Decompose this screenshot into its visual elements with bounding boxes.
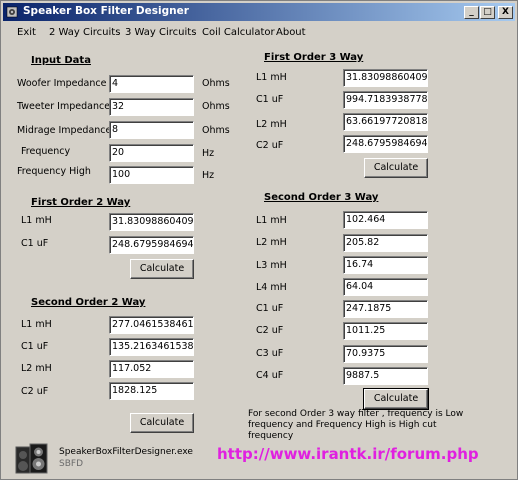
app-window: Speaker Box Filter Designer _ □ X Exit 2… — [0, 0, 518, 480]
fo3-calculate-button[interactable]: Calculate — [364, 158, 428, 178]
woofer-impedance-input[interactable]: 4 — [109, 75, 194, 93]
fo3-c1-label: C1 uF — [256, 94, 284, 105]
so3-note: For second Order 3 way filter , frequenc… — [248, 409, 464, 441]
minimize-button[interactable]: _ — [464, 6, 479, 19]
tweeter-impedance-unit: Ohms — [202, 101, 230, 112]
fo3-l1-output[interactable]: 31.8309886040907 — [343, 69, 428, 87]
so3-calculate-button[interactable]: Calculate — [363, 388, 429, 410]
so2-l2-output[interactable]: 117.052 — [109, 360, 194, 378]
menu-bar: Exit 2 Way Circuits 3 Way Circuits Coil … — [3, 23, 515, 42]
so3-c1-label: C1 uF — [256, 303, 284, 314]
fo2-calculate-button[interactable]: Calculate — [130, 259, 194, 279]
fo3-c1-output[interactable]: 994.718393877834 — [343, 91, 428, 109]
tweeter-impedance-label: Tweeter Impedance — [17, 101, 111, 112]
menu-3-way-circuits[interactable]: 3 Way Circuits — [125, 27, 196, 38]
so2-calculate-button[interactable]: Calculate — [130, 413, 194, 433]
so3-c3-label: C3 uF — [256, 348, 284, 359]
so3-l1-label: L1 mH — [256, 215, 287, 226]
midrange-impedance-input[interactable]: 8 — [109, 121, 194, 139]
so3-c2-output[interactable]: 1011.25 — [343, 322, 428, 340]
fo2-l1-output[interactable]: 31.8309886040907 — [109, 213, 194, 231]
frequency-unit: Hz — [202, 148, 215, 159]
frequency-high-unit: Hz — [202, 170, 215, 181]
fo2-c1-label: C1 uF — [21, 238, 49, 249]
so3-l1-output[interactable]: 102.464 — [343, 211, 428, 229]
title-bar[interactable]: Speaker Box Filter Designer _ □ X — [3, 3, 515, 21]
menu-2-way-circuits[interactable]: 2 Way Circuits — [49, 27, 120, 38]
so2-l1-label: L1 mH — [21, 319, 52, 330]
maximize-button[interactable]: □ — [480, 6, 495, 19]
so2-c2-output[interactable]: 1828.125 — [109, 382, 194, 400]
midrange-impedance-unit: Ohms — [202, 125, 230, 136]
first-order-3way-heading: First Order 3 Way — [264, 52, 364, 63]
fo3-l2-output[interactable]: 63.6619772081814 — [343, 113, 428, 131]
so2-c2-label: C2 uF — [21, 386, 49, 397]
second-order-3way-heading: Second Order 3 Way — [264, 192, 379, 203]
so3-l3-output[interactable]: 16.74 — [343, 256, 428, 274]
woofer-impedance-label: Woofer Impedance — [17, 78, 107, 89]
so3-l4-output[interactable]: 64.04 — [343, 278, 428, 296]
close-button[interactable]: X — [498, 6, 513, 19]
fo2-l1-label: L1 mH — [21, 215, 52, 226]
so3-c1-output[interactable]: 247.1875 — [343, 300, 428, 318]
so2-c1-label: C1 uF — [21, 341, 49, 352]
fo3-c2-output[interactable]: 248.679598469458 — [343, 135, 428, 153]
app-icon — [6, 6, 18, 18]
frequency-input[interactable]: 20 — [109, 144, 194, 162]
speaker-icon — [15, 443, 48, 474]
frequency-high-label: Frequency High — [17, 166, 91, 177]
window-title: Speaker Box Filter Designer — [23, 5, 189, 17]
file-short-name: SBFD — [59, 459, 83, 469]
frequency-label: Frequency — [21, 146, 71, 157]
so3-c4-output[interactable]: 9887.5 — [343, 367, 428, 385]
fo3-l1-label: L1 mH — [256, 72, 287, 83]
frequency-high-input[interactable]: 100 — [109, 166, 194, 184]
fo3-c2-label: C2 uF — [256, 140, 284, 151]
menu-coil-calculator[interactable]: Coil Calculator — [202, 27, 275, 38]
woofer-impedance-unit: Ohms — [202, 78, 230, 89]
fo2-c1-output[interactable]: 248.679598469458 — [109, 236, 194, 254]
forum-url-link[interactable]: http://www.irantk.ir/forum.php — [217, 445, 479, 463]
so2-l1-output[interactable]: 277.046153846154 — [109, 316, 194, 334]
so3-l4-label: L4 mH — [256, 282, 287, 293]
so3-c4-label: C4 uF — [256, 370, 284, 381]
so2-c1-output[interactable]: 135.216346153846 — [109, 338, 194, 356]
so3-l3-label: L3 mH — [256, 260, 287, 271]
so3-c3-output[interactable]: 70.9375 — [343, 345, 428, 363]
so3-c2-label: C2 uF — [256, 325, 284, 336]
tweeter-impedance-input[interactable]: 32 — [109, 98, 194, 116]
input-data-heading: Input Data — [31, 55, 91, 66]
menu-about[interactable]: About — [276, 27, 306, 38]
file-name: SpeakerBoxFilterDesigner.exe — [59, 447, 193, 457]
fo3-l2-label: L2 mH — [256, 119, 287, 130]
so3-l2-output[interactable]: 205.82 — [343, 234, 428, 252]
so3-l2-label: L2 mH — [256, 237, 287, 248]
second-order-2way-heading: Second Order 2 Way — [31, 297, 146, 308]
midrange-impedance-label: Midrage Impedance — [17, 125, 112, 136]
menu-exit[interactable]: Exit — [17, 27, 36, 38]
so2-l2-label: L2 mH — [21, 363, 52, 374]
first-order-2way-heading: First Order 2 Way — [31, 197, 131, 208]
